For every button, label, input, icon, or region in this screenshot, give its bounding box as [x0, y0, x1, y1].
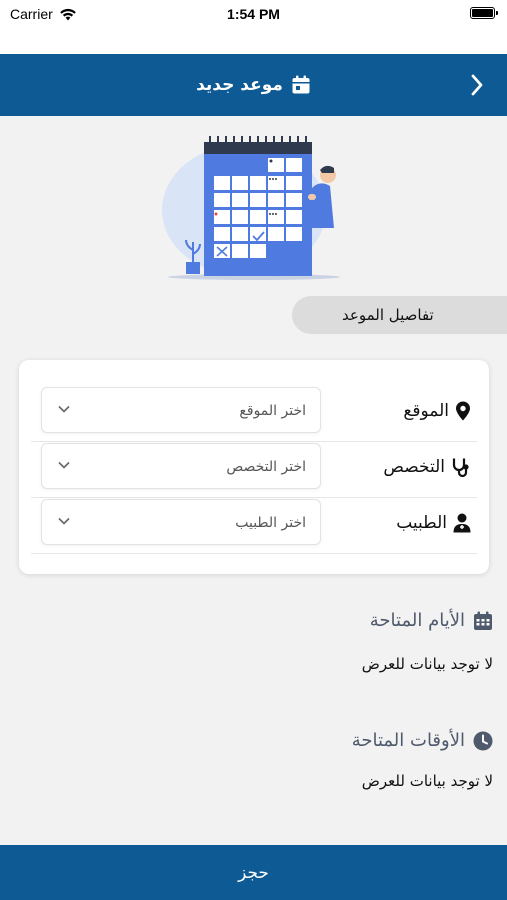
book-button[interactable]: حجز [0, 845, 507, 900]
page-title: موعد جديد [196, 75, 283, 95]
section-label: تفاصيل الموعد [342, 306, 434, 324]
doctor-placeholder: اختر الطبيب [235, 515, 306, 531]
specialty-placeholder: اختر التخصص [226, 459, 306, 475]
available-times-empty: لا توجد بيانات للعرض [361, 772, 493, 790]
nav-bar: موعد جديد [0, 54, 507, 116]
doctor-icon [453, 513, 471, 533]
available-days-empty: لا توجد بيانات للعرض [361, 655, 493, 673]
status-time: 1:54 PM [227, 6, 280, 22]
doctor-label-wrap: الطبيب [396, 498, 471, 548]
location-label: الموقع [403, 401, 449, 421]
chevron-down-icon [58, 517, 70, 525]
calendar-icon [292, 75, 310, 94]
specialty-label: التخصص [383, 457, 445, 477]
chevron-down-icon [58, 405, 70, 413]
stethoscope-icon [452, 458, 469, 477]
location-pin-icon [456, 401, 470, 421]
book-button-label: حجز [238, 862, 269, 883]
doctor-row: الطبيب اختر الطبيب [31, 498, 477, 554]
calendar-illustration [162, 136, 340, 280]
location-row: الموقع اختر الموقع [31, 386, 477, 442]
battery-icon [470, 7, 498, 19]
available-days-title: الأيام المتاحة [369, 610, 465, 631]
chevron-right-icon [471, 74, 483, 96]
status-bar: Carrier 1:54 PM [0, 0, 507, 54]
location-label-wrap: الموقع [403, 386, 471, 436]
back-button[interactable] [463, 71, 491, 99]
location-placeholder: اختر الموقع [239, 403, 306, 419]
specialty-row: التخصص اختر التخصص [31, 442, 477, 498]
doctor-label: الطبيب [396, 513, 447, 533]
calendar-grid-icon [474, 611, 492, 630]
available-times-title: الأوقات المتاحة [351, 730, 465, 751]
specialty-label-wrap: التخصص [383, 442, 471, 492]
specialty-select[interactable]: اختر التخصص [41, 443, 321, 489]
appointment-form-card: الموقع اختر الموقع التخصص اختر التخصص ال… [19, 360, 489, 574]
doctor-select[interactable]: اختر الطبيب [41, 499, 321, 545]
chevron-down-icon [58, 461, 70, 469]
section-appointment-details: تفاصيل الموعد [292, 296, 507, 334]
clock-icon [473, 731, 493, 750]
available-days-title-wrap: الأيام المتاحة [370, 610, 493, 631]
location-select[interactable]: اختر الموقع [41, 387, 321, 433]
nav-title-wrap: موعد جديد [196, 75, 311, 95]
available-times-title-wrap: الأوقات المتاحة [352, 730, 493, 751]
